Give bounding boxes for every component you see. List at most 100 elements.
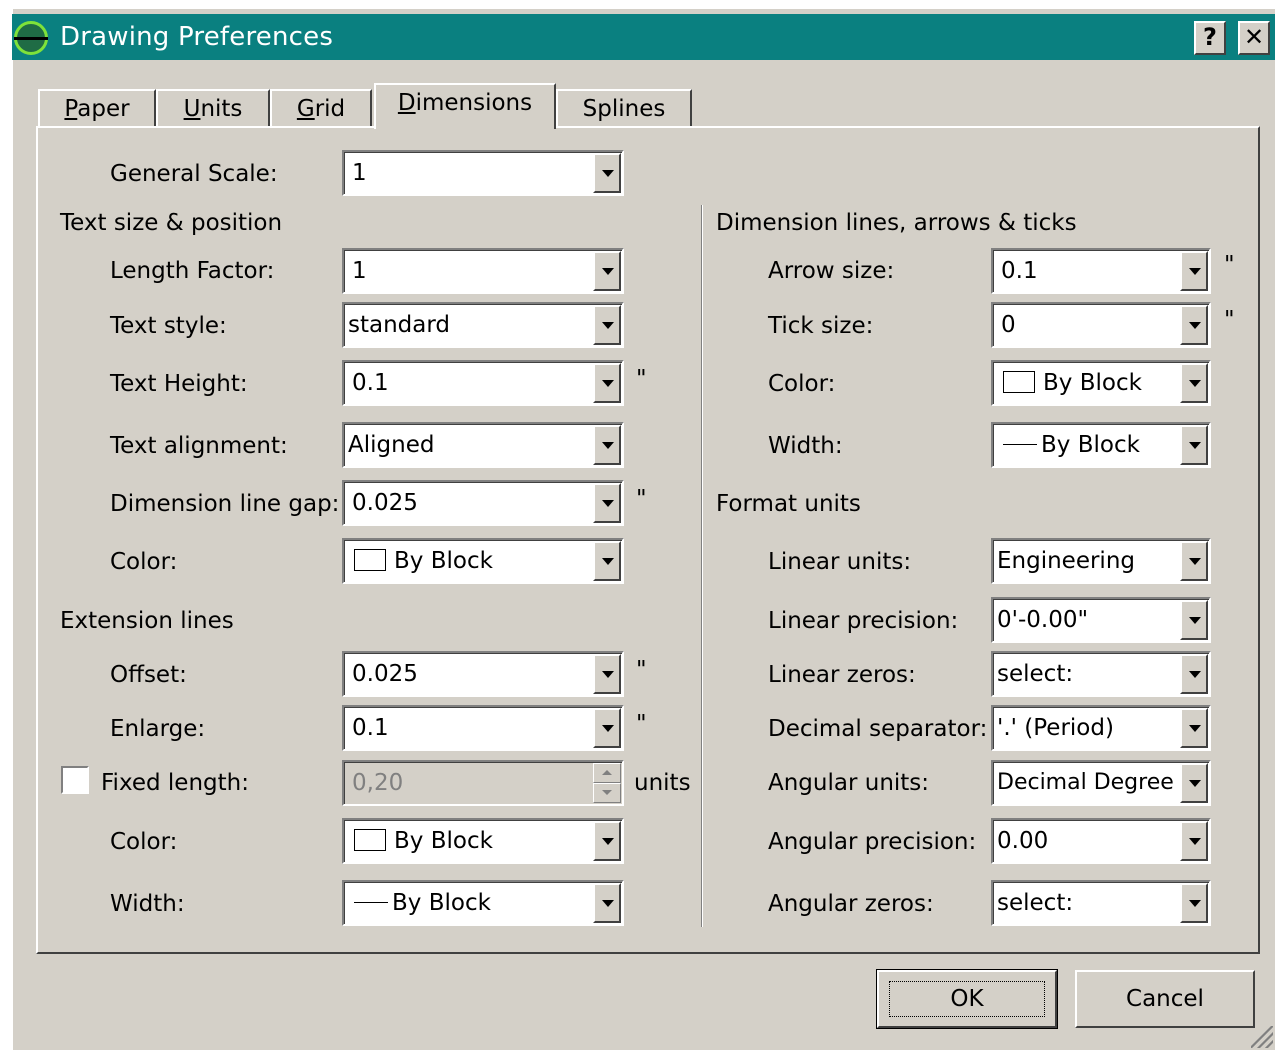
color-value-text: By Block [1043, 370, 1142, 396]
angular-precision-combo[interactable]: 0.00 [991, 818, 1211, 864]
inch-unit: " [636, 366, 647, 392]
combo-value: '.' (Period) [997, 715, 1114, 741]
angular-units-label: Angular units: [768, 770, 930, 796]
combo-value: 0.025 [352, 661, 418, 687]
tab-dimensions[interactable]: Dimensions [374, 83, 556, 129]
text-color-label: Color: [110, 549, 178, 575]
tab-units[interactable]: Units [156, 89, 270, 127]
fixed-length-spinbox[interactable]: 0,20 [342, 760, 624, 806]
fixed-length-label[interactable]: Fixed length: [101, 770, 249, 796]
linear-precision-label: Linear precision: [768, 608, 959, 634]
linear-zeros-combo[interactable]: select: [991, 651, 1211, 697]
color-value-text: By Block [394, 548, 493, 574]
text-height-combo[interactable]: 0.1 [342, 360, 624, 406]
spinner[interactable] [593, 763, 621, 803]
dropdown-arrow-icon[interactable] [593, 425, 621, 465]
dimline-color-label: Color: [768, 371, 836, 397]
offset-label: Offset: [110, 662, 187, 688]
tab-paper[interactable]: Paper [38, 89, 156, 127]
combo-value: By Block [1001, 370, 1142, 396]
dropdown-arrow-icon[interactable] [1180, 708, 1208, 748]
length-factor-combo[interactable]: 1 [342, 248, 624, 294]
decimal-separator-combo[interactable]: '.' (Period) [991, 705, 1211, 751]
dropdown-arrow-icon[interactable] [1180, 821, 1208, 861]
dimline-color-combo[interactable]: By Block [991, 360, 1211, 406]
tab-mnemonic: U [183, 96, 201, 122]
combo-value: 0.1 [352, 715, 389, 741]
general-scale-combo[interactable]: 1 [342, 150, 624, 196]
enlarge-combo[interactable]: 0.1 [342, 705, 624, 751]
close-button[interactable]: ✕ [1238, 21, 1270, 55]
width-value-text: By Block [1041, 432, 1140, 458]
linear-units-combo[interactable]: Engineering [991, 538, 1211, 584]
combo-value: 0.1 [352, 370, 389, 396]
dropdown-arrow-icon[interactable] [593, 821, 621, 861]
dropdown-arrow-icon[interactable] [593, 708, 621, 748]
text-style-combo[interactable]: standard [342, 302, 624, 348]
dropdown-arrow-icon[interactable] [593, 251, 621, 291]
combo-value: By Block [352, 548, 493, 574]
dropdown-arrow-icon[interactable] [593, 483, 621, 523]
combo-value: By Block [352, 890, 491, 916]
dropdown-arrow-icon[interactable] [1180, 654, 1208, 694]
combo-value: 1 [352, 160, 367, 186]
offset-combo[interactable]: 0.025 [342, 651, 624, 697]
dropdown-arrow-icon[interactable] [1180, 541, 1208, 581]
fixed-length-checkbox[interactable] [61, 766, 89, 794]
dropdown-arrow-icon[interactable] [1180, 600, 1208, 640]
arrow-size-combo[interactable]: 0.1 [991, 248, 1211, 294]
dimline-width-combo[interactable]: By Block [991, 422, 1211, 468]
text-alignment-label: Text alignment: [110, 433, 288, 459]
width-value-text: By Block [392, 890, 491, 916]
angular-zeros-combo[interactable]: select: [991, 880, 1211, 926]
spin-up-icon[interactable] [593, 763, 621, 783]
dropdown-arrow-icon[interactable] [593, 654, 621, 694]
extension-section-heading: Extension lines [60, 608, 234, 634]
tab-splines[interactable]: Splines [556, 89, 692, 127]
line-width-icon [1003, 444, 1037, 445]
cancel-button[interactable]: Cancel [1075, 970, 1255, 1028]
dropdown-arrow-icon[interactable] [1180, 251, 1208, 291]
dimlines-section-heading: Dimension lines, arrows & ticks [716, 210, 1077, 236]
dropdown-arrow-icon[interactable] [1180, 305, 1208, 345]
inch-unit: " [1224, 307, 1235, 333]
tab-mnemonic: P [64, 96, 78, 122]
extension-color-combo[interactable]: By Block [342, 818, 624, 864]
column-divider [701, 205, 703, 927]
tab-mnemonic: G [296, 96, 315, 122]
dropdown-arrow-icon[interactable] [593, 305, 621, 345]
resize-grip-icon[interactable] [1251, 1026, 1273, 1048]
window-title: Drawing Preferences [60, 22, 334, 52]
dimension-line-gap-combo[interactable]: 0.025 [342, 480, 624, 526]
text-alignment-combo[interactable]: Aligned [342, 422, 624, 468]
combo-value: standard [348, 312, 451, 338]
color-swatch-icon [354, 549, 386, 571]
angular-precision-label: Angular precision: [768, 829, 977, 855]
dropdown-arrow-icon[interactable] [1180, 363, 1208, 403]
dropdown-arrow-icon[interactable] [593, 883, 621, 923]
linear-precision-combo[interactable]: 0'-0.00" [991, 597, 1211, 643]
text-section-heading: Text size & position [60, 210, 283, 236]
dropdown-arrow-icon[interactable] [1180, 425, 1208, 465]
dropdown-arrow-icon[interactable] [593, 541, 621, 581]
ok-button[interactable]: OK [876, 969, 1058, 1029]
extension-width-combo[interactable]: By Block [342, 880, 624, 926]
combo-value: 1 [352, 258, 367, 284]
color-swatch-icon [354, 829, 386, 851]
dropdown-arrow-icon[interactable] [1180, 763, 1208, 803]
angular-units-combo[interactable]: Decimal Degree [991, 760, 1211, 806]
spin-down-icon[interactable] [593, 783, 621, 803]
tick-size-label: Tick size: [768, 313, 874, 339]
format-section-heading: Format units [716, 491, 861, 517]
dimension-line-gap-label: Dimension line gap: [110, 491, 340, 517]
help-button[interactable]: ? [1194, 21, 1226, 55]
tab-label: imensions [415, 90, 533, 116]
text-color-combo[interactable]: By Block [342, 538, 624, 584]
tab-grid[interactable]: Grid [270, 89, 372, 127]
dropdown-arrow-icon[interactable] [593, 363, 621, 403]
dropdown-arrow-icon[interactable] [593, 153, 621, 193]
dropdown-arrow-icon[interactable] [1180, 883, 1208, 923]
tick-size-combo[interactable]: 0 [991, 302, 1211, 348]
title-bar: Drawing Preferences ? ✕ [12, 14, 1275, 60]
extension-width-label: Width: [110, 891, 185, 917]
